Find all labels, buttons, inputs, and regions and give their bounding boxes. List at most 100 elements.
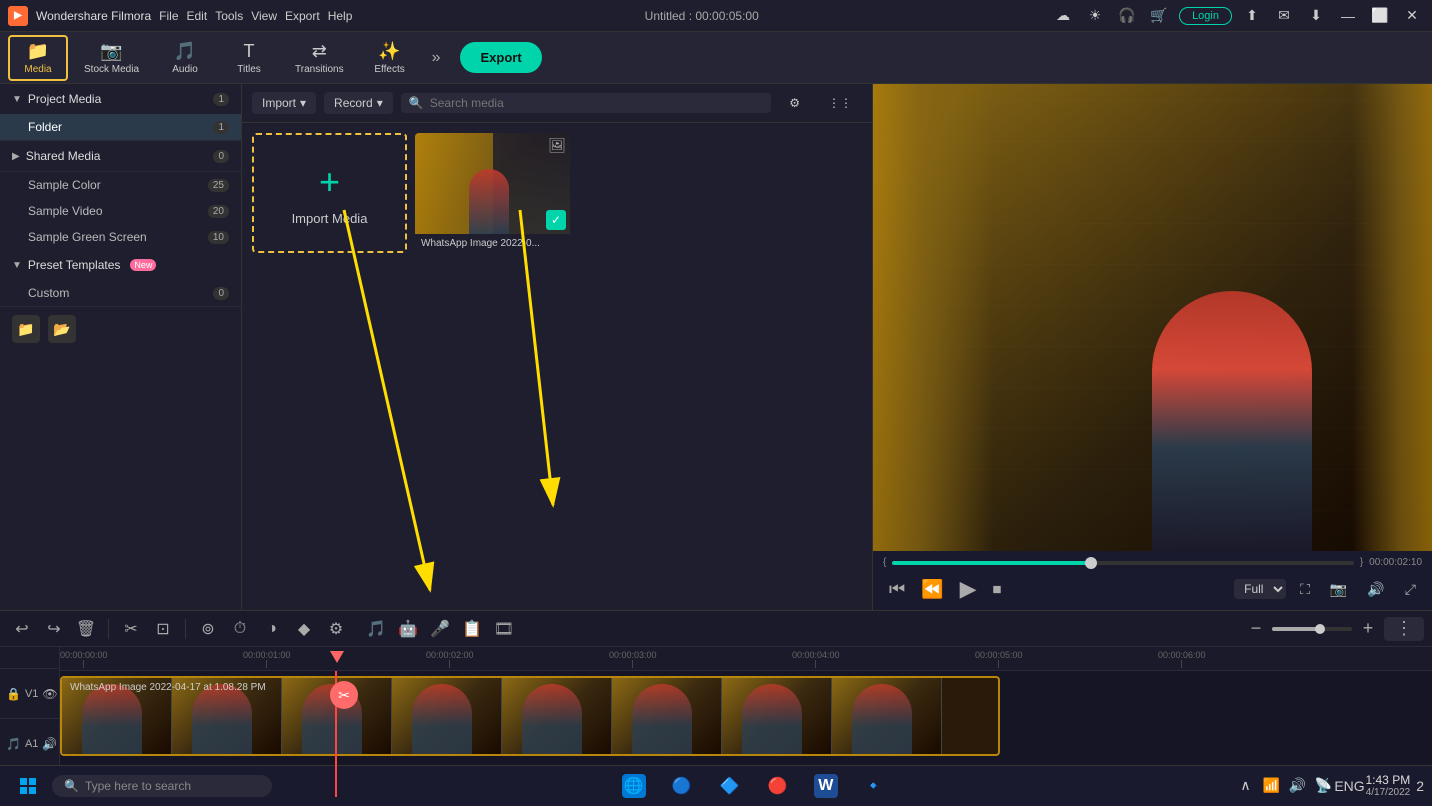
taskbar-app-opera[interactable]: 🔴: [756, 766, 800, 806]
video-frame-7: [722, 678, 832, 754]
track-button[interactable]: 📋: [458, 615, 486, 643]
cloud-icon[interactable]: ☁: [1051, 4, 1075, 28]
project-media-header[interactable]: ▼ Project Media 1: [0, 84, 241, 114]
snapshot-button[interactable]: 📷: [1324, 579, 1353, 600]
export-button[interactable]: Export: [460, 42, 541, 73]
login-button[interactable]: Login: [1179, 7, 1232, 25]
wifi-icon[interactable]: 📡: [1314, 776, 1334, 796]
taskbar-app-word[interactable]: W: [804, 766, 848, 806]
minimize-button[interactable]: —: [1336, 4, 1360, 28]
maximize-button[interactable]: ⬜: [1368, 4, 1392, 28]
folder-options-button[interactable]: 📂: [48, 315, 76, 343]
adjust-button[interactable]: ⚙: [322, 615, 350, 643]
volume-sys-icon[interactable]: 🔊: [1288, 776, 1308, 796]
import-button[interactable]: Import ▾: [252, 92, 316, 114]
titles-tab[interactable]: T Titles: [219, 37, 279, 79]
effects-tab[interactable]: ✨ Effects: [360, 37, 420, 79]
import-media-card[interactable]: + Import Media: [252, 133, 407, 253]
menu-help[interactable]: Help: [328, 9, 353, 23]
redo-button[interactable]: ↪: [40, 615, 68, 643]
plus-icon: +: [319, 161, 340, 203]
waveform-button[interactable]: ⋮: [1384, 617, 1424, 641]
start-button[interactable]: [8, 766, 48, 806]
menu-view[interactable]: View: [251, 9, 277, 23]
filter-button[interactable]: ⚙: [779, 92, 810, 114]
menu-export[interactable]: Export: [285, 9, 320, 23]
track-eye-button[interactable]: 👁: [42, 687, 57, 701]
undo-button[interactable]: ↩: [8, 615, 36, 643]
skip-back-button[interactable]: ⏮: [883, 577, 911, 602]
search-input[interactable]: [430, 96, 764, 110]
sample-video-label: Sample Video: [28, 204, 103, 218]
sidebar-item-sample-color[interactable]: Sample Color 25: [0, 172, 241, 198]
speed-button[interactable]: ⏱: [226, 615, 254, 643]
sidebar-item-folder[interactable]: Folder 1: [0, 114, 241, 140]
zoom-out-button[interactable]: −: [1244, 617, 1268, 641]
clock[interactable]: 1:43 PM 4/17/2022: [1366, 773, 1411, 798]
search-bar[interactable]: 🔍 Type here to search: [52, 775, 272, 797]
ruler-mark-3: 00:00:03:00: [609, 650, 657, 668]
network-icon[interactable]: 📶: [1262, 776, 1282, 796]
media-tab[interactable]: 📁 Media: [8, 35, 68, 81]
ai-button[interactable]: 🤖: [394, 615, 422, 643]
sidebar-item-custom[interactable]: Custom 0: [0, 280, 241, 306]
taskbar-app-edge[interactable]: 🔷: [708, 766, 752, 806]
quality-select[interactable]: Full: [1234, 579, 1286, 599]
sidebar-item-sample-green[interactable]: Sample Green Screen 10: [0, 224, 241, 250]
ruler-mark-4: 00:00:04:00: [792, 650, 840, 668]
shared-media-header[interactable]: ▶ Shared Media 0: [0, 141, 241, 171]
zoom-in-button[interactable]: +: [1356, 617, 1380, 641]
more-tools-button[interactable]: »: [424, 49, 449, 67]
menu-file[interactable]: File: [159, 9, 178, 23]
cut-button[interactable]: ✂: [117, 615, 145, 643]
notification-button[interactable]: 2: [1416, 778, 1424, 794]
clip-button[interactable]: 🎞: [490, 615, 518, 643]
stock-media-tab[interactable]: 📷 Stock Media: [72, 37, 151, 79]
download-icon[interactable]: ⬇: [1304, 4, 1328, 28]
chevron-up-icon[interactable]: ∧: [1236, 776, 1256, 796]
expand-button[interactable]: ⤢: [1399, 579, 1422, 600]
menu-tools[interactable]: Tools: [215, 9, 243, 23]
preset-templates-header[interactable]: ▼ Preset Templates New: [0, 250, 241, 280]
audio-tab[interactable]: 🎵 Audio: [155, 37, 215, 79]
share-icon[interactable]: ⬆: [1240, 4, 1264, 28]
filter-icon: ⚙: [789, 96, 800, 110]
titles-label: Titles: [237, 64, 261, 75]
headset-icon[interactable]: 🎧: [1115, 4, 1139, 28]
fit-screen-button[interactable]: ⛶: [1294, 579, 1316, 600]
keyframe-button[interactable]: ◆: [290, 615, 318, 643]
zoom-slider[interactable]: [1272, 627, 1352, 631]
step-back-button[interactable]: ⏪: [915, 577, 949, 602]
color-button[interactable]: ◑: [258, 615, 286, 643]
grid-view-button[interactable]: ⋮⋮: [818, 92, 862, 114]
volume-button[interactable]: 🔊: [1361, 579, 1390, 600]
play-button[interactable]: ▶: [954, 574, 983, 604]
audio-lock-button[interactable]: 🎵: [6, 737, 21, 751]
sidebar-item-sample-video[interactable]: Sample Video 20: [0, 198, 241, 224]
zoom-knob[interactable]: [1315, 624, 1325, 634]
delete-button[interactable]: 🗑: [72, 615, 100, 643]
taskbar-app-extra[interactable]: 🔹: [852, 766, 896, 806]
copy-button[interactable]: ⊚: [194, 615, 222, 643]
close-button[interactable]: ✕: [1400, 4, 1424, 28]
video-track[interactable]: WhatsApp Image 2022-04-17 at 1.08.28 PM: [60, 676, 1000, 756]
crop-button[interactable]: ⊡: [149, 615, 177, 643]
taskbar-app-chrome[interactable]: 🔵: [660, 766, 704, 806]
audio-eye-button[interactable]: 🔊: [42, 737, 57, 751]
menu-edit[interactable]: Edit: [187, 9, 208, 23]
audio-wave-button[interactable]: 🎵: [362, 615, 390, 643]
media-item-whatsapp[interactable]: 🖼 ✓ WhatsApp Image 2022-0...: [415, 133, 570, 253]
mail-icon[interactable]: ✉: [1272, 4, 1296, 28]
titlebar-title: Untitled : 00:00:05:00: [645, 9, 759, 23]
transitions-tab[interactable]: ⇄ Transitions: [283, 37, 356, 79]
stop-button[interactable]: ⏹: [987, 577, 1008, 602]
sun-icon[interactable]: ☀: [1083, 4, 1107, 28]
add-folder-button[interactable]: 📁: [12, 315, 40, 343]
taskbar-app-ie[interactable]: 🌐: [612, 766, 656, 806]
progress-bar[interactable]: [892, 561, 1353, 565]
track-lock-button[interactable]: 🔒: [6, 687, 21, 701]
progress-knob[interactable]: [1085, 557, 1097, 569]
mic-button[interactable]: 🎤: [426, 615, 454, 643]
record-button[interactable]: Record ▾: [324, 92, 393, 114]
cart-icon[interactable]: 🛒: [1147, 4, 1171, 28]
